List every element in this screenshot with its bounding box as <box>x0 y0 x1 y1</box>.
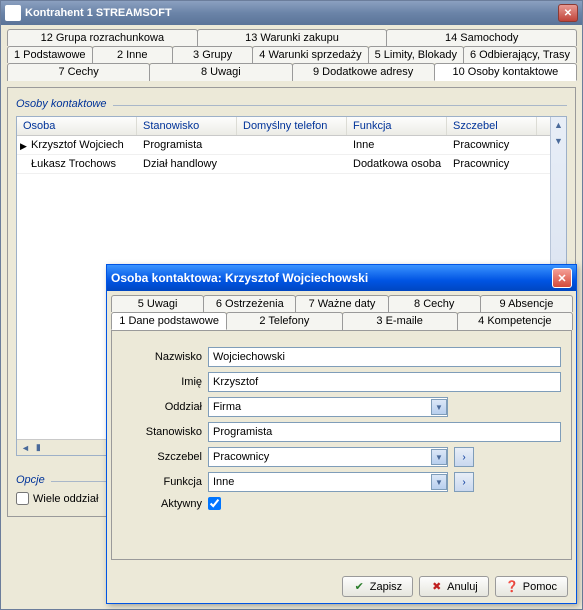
close-icon[interactable]: ✕ <box>558 4 578 22</box>
tab-1[interactable]: 1 Podstawowe <box>7 46 93 63</box>
scroll-up-icon[interactable]: ▲ <box>551 117 566 133</box>
label-imie: Imię <box>122 376 202 388</box>
dtab-9[interactable]: 9 Absencje <box>480 295 573 312</box>
main-tab-rows: 12 Grupa rozrachunkowa 13 Warunki zakupu… <box>7 29 576 81</box>
input-imie[interactable] <box>208 372 561 392</box>
tab-14[interactable]: 14 Samochody <box>386 29 577 46</box>
tab-9[interactable]: 9 Dodatkowe adresy <box>292 63 435 81</box>
tab-3[interactable]: 3 Grupy <box>172 46 253 63</box>
tab-10[interactable]: 10 Osoby kontaktowe <box>434 63 577 81</box>
dtab-6[interactable]: 6 Ostrzeżenia <box>203 295 296 312</box>
col-szczebel[interactable]: Szczebel <box>447 117 537 135</box>
help-button[interactable]: ❓ Pomoc <box>495 576 568 597</box>
input-nazwisko[interactable] <box>208 347 561 367</box>
row-marker-icon: ▶ <box>20 141 27 152</box>
dtab-5[interactable]: 5 Uwagi <box>111 295 204 312</box>
dialog-titlebar: Osoba kontaktowa: Krzysztof Wojciechowsk… <box>107 265 576 291</box>
dtab-4[interactable]: 4 Kompetencje <box>457 312 573 330</box>
tab-13[interactable]: 13 Warunki zakupu <box>197 29 388 46</box>
tab-2[interactable]: 2 Inne <box>92 46 173 63</box>
col-osoba[interactable]: Osoba <box>17 117 137 135</box>
chevron-down-icon[interactable]: ▼ <box>431 399 447 415</box>
select-szczebel[interactable]: Pracownicy ▼ <box>208 447 448 467</box>
label-aktywny: Aktywny <box>122 498 202 510</box>
label-stanowisko: Stanowisko <box>122 426 202 438</box>
label-funkcja: Funkcja <box>122 476 202 488</box>
grid-header: Osoba Stanowisko Domyślny telefon Funkcj… <box>17 117 550 136</box>
dialog-close-icon[interactable]: ✕ <box>552 268 572 288</box>
dtab-8[interactable]: 8 Cechy <box>388 295 481 312</box>
dialog-title: Osoba kontaktowa: Krzysztof Wojciechowsk… <box>111 271 368 285</box>
chevron-down-icon[interactable]: ▼ <box>431 474 447 490</box>
table-row[interactable]: ▶Krzysztof Wojciech Programista Inne Pra… <box>17 136 550 155</box>
szczebel-more-button[interactable]: › <box>454 447 474 467</box>
multi-branch-checkbox[interactable] <box>16 492 29 505</box>
main-titlebar: Kontrahent 1 STREAMSOFT ✕ <box>1 1 582 25</box>
tab-6[interactable]: 6 Odbierający, Trasy <box>463 46 577 63</box>
tab-8[interactable]: 8 Uwagi <box>149 63 292 81</box>
label-nazwisko: Nazwisko <box>122 351 202 363</box>
table-row[interactable]: Łukasz Trochows Dział handlowy Dodatkowa… <box>17 155 550 174</box>
tab-5[interactable]: 5 Limity, Blokady <box>368 46 464 63</box>
cross-icon: ✖ <box>430 580 443 593</box>
input-stanowisko[interactable] <box>208 422 561 442</box>
scroll-left-icon[interactable]: ◄ <box>21 443 30 453</box>
dialog-panel: Nazwisko Imię Oddział Firma ▼ Stanowisko… <box>111 330 572 560</box>
col-funkcja[interactable]: Funkcja <box>347 117 447 135</box>
tab-12[interactable]: 12 Grupa rozrachunkowa <box>7 29 198 46</box>
select-funkcja[interactable]: Inne ▼ <box>208 472 448 492</box>
chevron-down-icon[interactable]: ▼ <box>431 449 447 465</box>
tab-4[interactable]: 4 Warunki sprzedaży <box>252 46 368 63</box>
checkbox-aktywny[interactable] <box>208 497 221 510</box>
dtab-3[interactable]: 3 E-maile <box>342 312 458 330</box>
funkcja-more-button[interactable]: › <box>454 472 474 492</box>
check-icon: ✔ <box>353 580 366 593</box>
contact-dialog: Osoba kontaktowa: Krzysztof Wojciechowsk… <box>106 264 577 604</box>
multi-branch-label: Wiele oddział <box>33 493 98 505</box>
dtab-2[interactable]: 2 Telefony <box>226 312 342 330</box>
cancel-button[interactable]: ✖ Anuluj <box>419 576 489 597</box>
label-oddzial: Oddział <box>122 401 202 413</box>
window-title: Kontrahent 1 STREAMSOFT <box>25 7 172 19</box>
dtab-7[interactable]: 7 Ważne daty <box>295 295 388 312</box>
app-icon <box>5 5 21 21</box>
save-button[interactable]: ✔ Zapisz <box>342 576 413 597</box>
label-szczebel: Szczebel <box>122 451 202 463</box>
group-contacts-label: Osoby kontaktowe <box>16 98 567 110</box>
col-stanowisko[interactable]: Stanowisko <box>137 117 237 135</box>
tab-7[interactable]: 7 Cechy <box>7 63 150 81</box>
scroll-down-icon[interactable]: ▼ <box>551 133 566 149</box>
scroll-track-icon[interactable]: ▮ <box>36 442 41 453</box>
select-oddzial[interactable]: Firma ▼ <box>208 397 448 417</box>
col-telefon[interactable]: Domyślny telefon <box>237 117 347 135</box>
dtab-1[interactable]: 1 Dane podstawowe <box>111 312 227 330</box>
help-icon: ❓ <box>506 580 519 593</box>
